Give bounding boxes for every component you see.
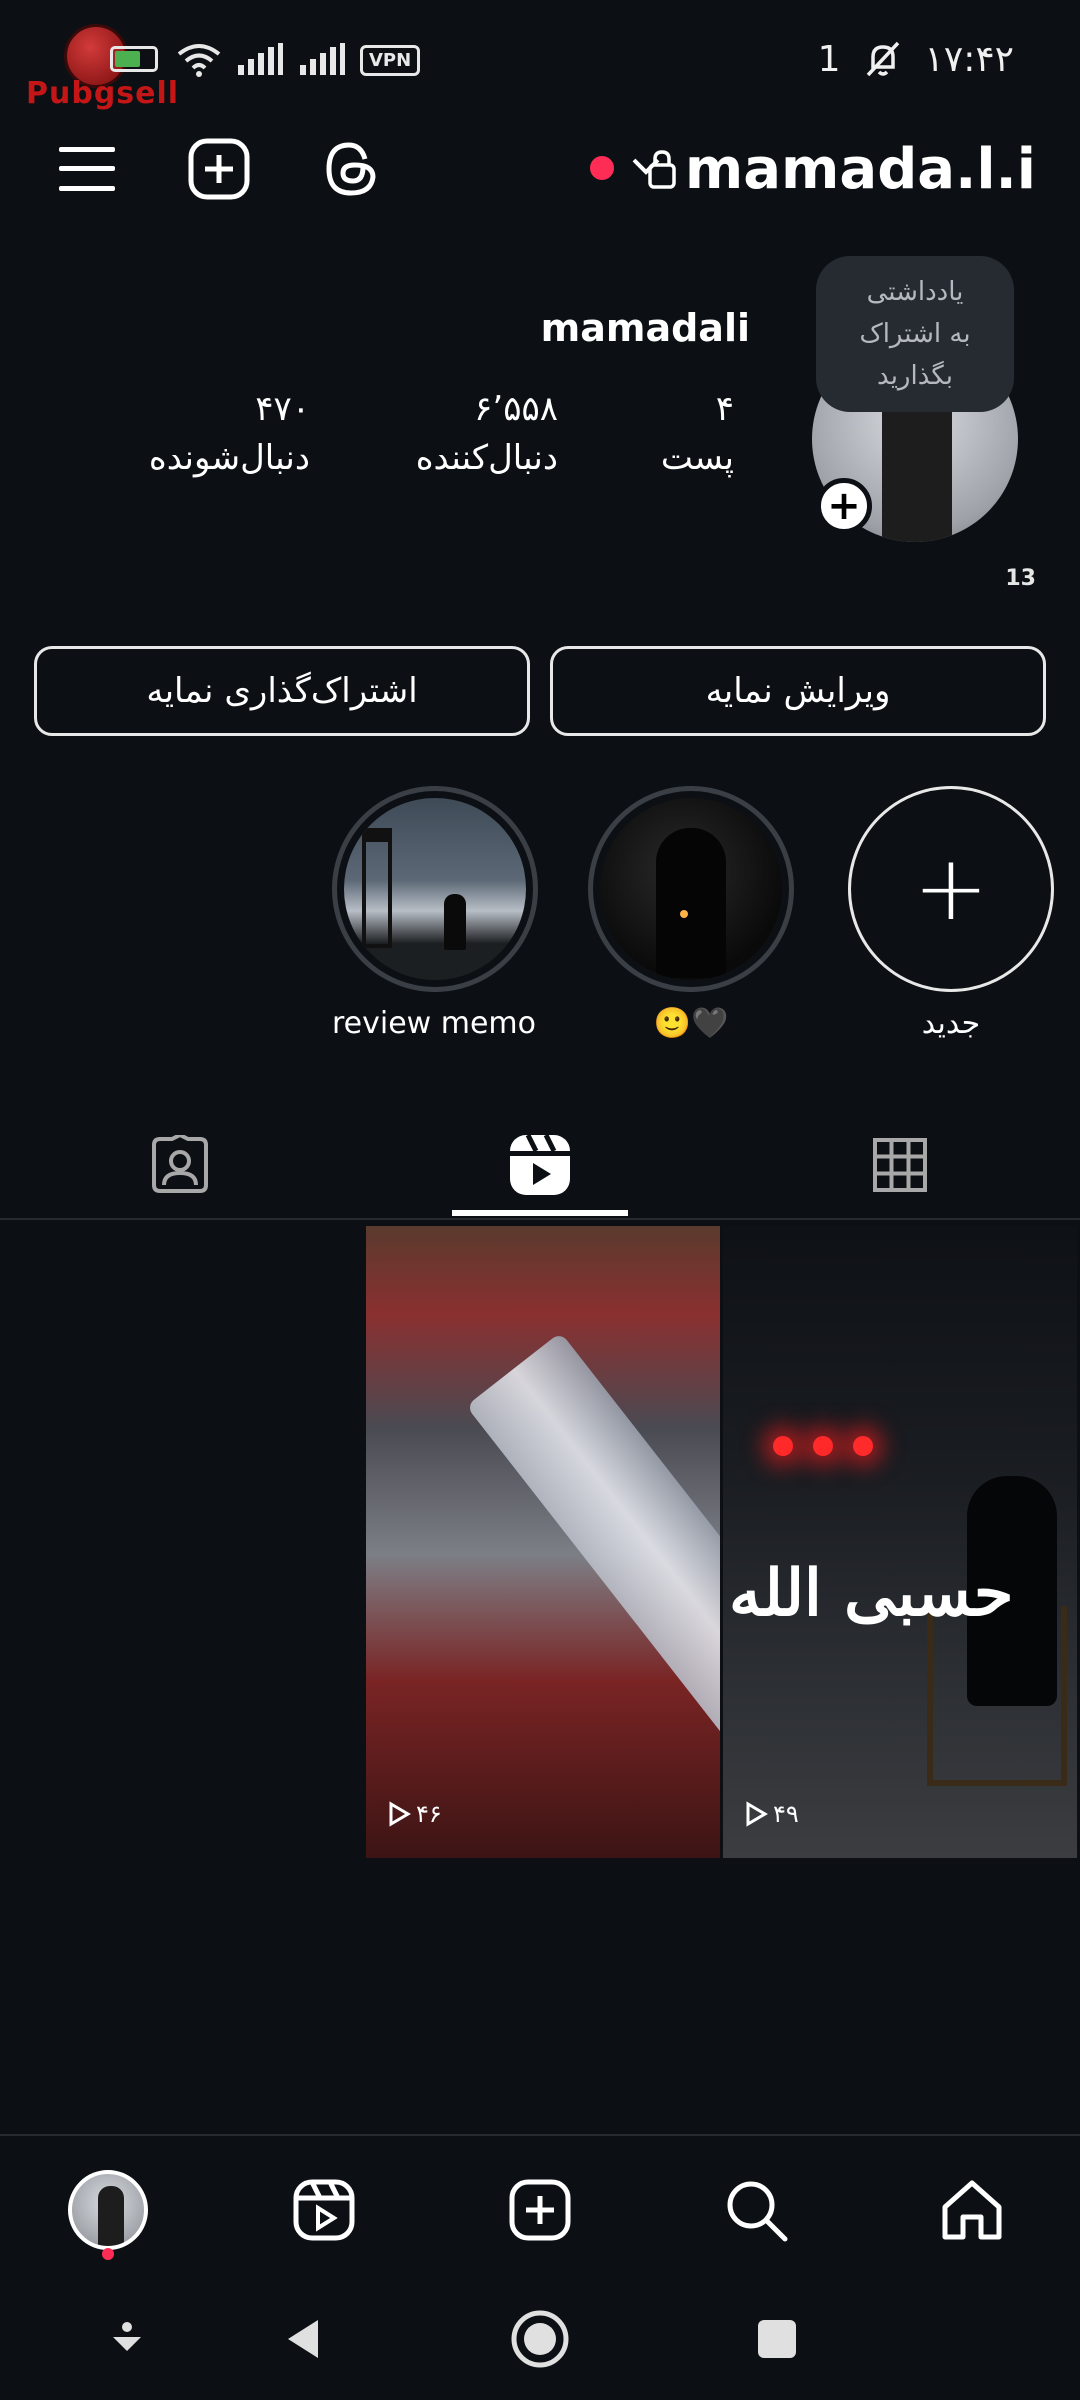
note-line-1: یادداشتی [866,277,964,307]
add-story-plus-icon[interactable]: + [816,478,872,534]
bell-off-icon [866,41,899,77]
highlight-ring [588,786,794,992]
plus-icon: + [913,836,989,941]
threads-icon[interactable] [316,134,386,204]
network-indicator: 1 [817,38,841,80]
highlight-label: 🙂🖤 [653,1006,729,1041]
status-icons: VPN [176,40,421,80]
account-switcher[interactable]: mamada.l.i [647,134,1036,204]
avatar [68,2170,148,2250]
following-count: ۴۷۰ [255,389,310,429]
menu-icon[interactable] [52,134,122,204]
following-label: دنبال‌شونده [148,438,310,478]
highlight-label: جدید [921,1006,981,1041]
highlight-new[interactable]: + جدید [848,786,1054,1041]
nav-home[interactable] [932,2170,1012,2250]
highlight-thumbnail [344,798,526,980]
top-header: mamada.l.i [0,120,1080,220]
status-right: 1 ۱۷:۴۲ [818,36,1014,82]
stat-posts[interactable]: ۴ پست [661,386,734,484]
play-views-icon [746,1801,768,1827]
view-count-value: ۴۹ [773,1800,799,1828]
share-profile-button[interactable]: اشتراک‌گذاری نمایه [34,646,530,736]
stat-following[interactable]: ۴۷۰ دنبال‌شونده [149,386,310,484]
highlight-ring [332,786,538,992]
live-indicator-dot [590,156,614,180]
back-icon[interactable] [268,2304,338,2374]
note-bubble[interactable]: یادداشتی به اشتراک بگذارید [816,256,1014,412]
view-count: ۴۹ [743,1800,799,1828]
nav-profile[interactable] [68,2170,148,2250]
home-circle-icon[interactable] [505,2304,575,2374]
play-views-icon [389,1801,411,1827]
nav-search[interactable] [716,2170,796,2250]
vpn-badge: VPN [360,44,421,76]
lock-icon [648,150,676,189]
tagged-icon [152,1135,208,1193]
recents-icon[interactable] [742,2304,812,2374]
nav-reels[interactable] [284,2170,364,2250]
tab-reels[interactable] [452,1110,628,1220]
reel-image-content [466,1332,720,1858]
edit-profile-button[interactable]: ویرایش نمایه [550,646,1046,736]
grid-icon [873,1138,927,1192]
signal-icon-2 [300,43,345,75]
wifi-icon [177,44,221,77]
note-line-3: بگذارید [877,361,953,391]
followers-label: دنبال‌کننده [415,438,558,478]
signal-icon [238,43,283,75]
highlight-label: review memori... [332,1006,538,1041]
clock: ۱۷:۴۲ [924,38,1014,80]
home-icon [942,2180,1002,2240]
view-count-value: ۴۶ [416,1800,442,1828]
stat-followers[interactable]: ۶٬۵۵۸ دنبال‌کننده [416,386,558,484]
highlight-thumbnail [600,798,782,980]
bottom-nav [0,2134,1080,2274]
posts-count: ۴ [715,389,734,429]
reel-overlay-text: حسبی الله [729,1556,1014,1631]
reels-icon [293,2179,355,2241]
display-name: mamadali [540,306,750,350]
posts-label: پست [660,438,734,478]
tab-tagged[interactable] [92,1110,268,1220]
search-icon [727,2181,788,2242]
reels-icon [510,1133,570,1195]
logo-text: Pubgsell [26,76,180,111]
status-bar: Pubgsell VPN 1 ۱۷:۴۲ [0,0,1080,120]
highlight-item[interactable]: review memori... [332,786,538,1041]
profile-notification-dot [102,2248,114,2260]
profile-tabs [0,1110,1080,1220]
create-post-icon[interactable] [184,134,254,204]
plus-square-icon [509,2179,571,2241]
tab-grid[interactable] [812,1110,988,1220]
note-count: 13 [1005,566,1036,591]
system-nav-bar [0,2274,1080,2400]
active-tab-indicator [452,1210,628,1216]
reel-image-content [773,1436,883,1466]
system-down-icon[interactable] [92,2304,162,2374]
view-count: ۴۶ [386,1800,442,1828]
note-line-2: به اشتراک [859,319,971,349]
battery-icon [110,46,158,72]
highlight-item[interactable]: 🙂🖤 [588,786,794,1041]
reel-thumbnail[interactable]: ۴۶ [366,1226,720,1858]
followers-count: ۶٬۵۵۸ [474,389,558,429]
nav-create[interactable] [500,2170,580,2250]
reel-thumbnail[interactable]: حسبی الله ۴۹ [723,1226,1077,1858]
highlight-ring: + [848,786,1054,992]
username-title: mamada.l.i [684,136,1036,202]
